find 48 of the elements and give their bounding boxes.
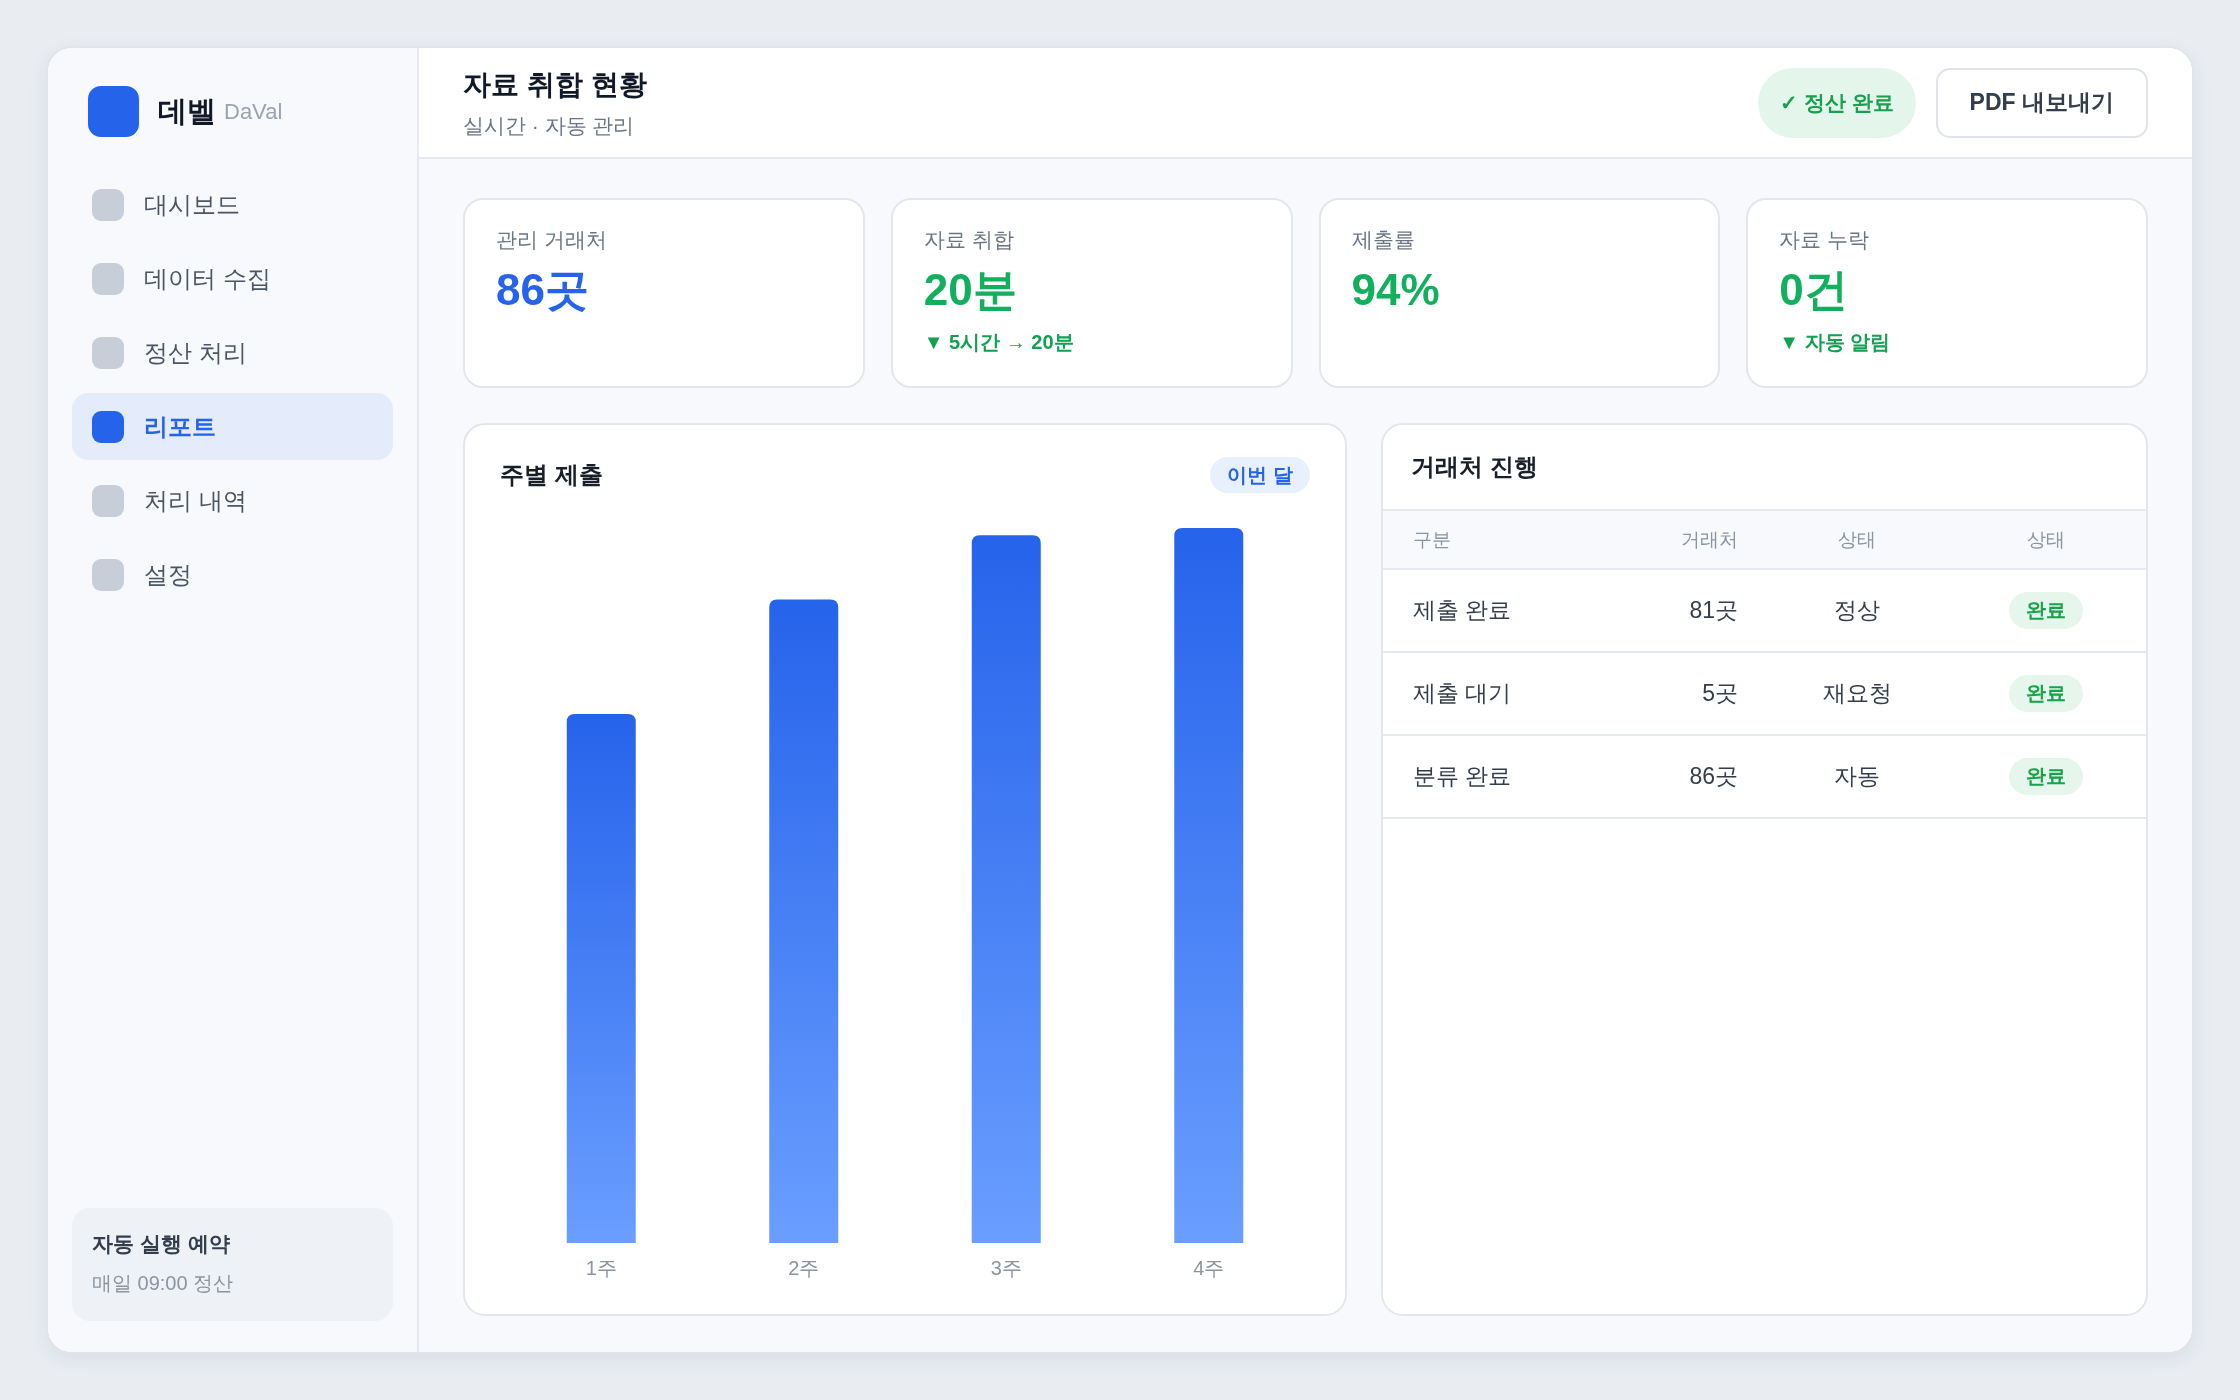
table-cell-text: 재요청 (1822, 679, 1892, 708)
schedule-title: 자동 실행 예약 (92, 1231, 231, 1257)
table-cell-text: 5곳 (1702, 679, 1738, 708)
column-header: 구분 (1413, 527, 1452, 552)
logo-icon (88, 86, 139, 137)
kpi-value: 0건 (1779, 264, 1849, 316)
kpi-note: ▼ 자동 알림 (1779, 329, 1892, 355)
sidebar-item[interactable]: 데이터 수집 (72, 245, 393, 312)
brand-subtitle: DaVal (224, 98, 283, 125)
page-subtitle: 실시간 · 자동 관리 (463, 112, 636, 139)
schedule-detail: 매일 09:00 정산 (92, 1271, 235, 1296)
column-header: 거래처 (1681, 527, 1738, 552)
status-badge: 완료 (2009, 592, 2083, 629)
table-cell-text: 정상 (1834, 596, 1880, 625)
kpi-label: 제출률 (1351, 227, 1416, 253)
sidebar-item[interactable]: 정산 처리 (72, 319, 393, 386)
period-badge: 이번 달 (1210, 457, 1310, 493)
x-axis-label: 3주 (990, 1257, 1022, 1280)
status-badge: 완료 (2009, 675, 2083, 712)
x-axis-label: 1주 (585, 1257, 617, 1280)
export-button[interactable]: PDF 내보내기 (1935, 67, 2148, 138)
sidebar-item[interactable]: 설정 (72, 541, 393, 608)
sidebar-item[interactable]: 처리 내역 (72, 467, 393, 534)
kpi-label: 관리 거래처 (496, 227, 608, 253)
table-cell-text: 자동 (1834, 762, 1880, 791)
chart-title: 주별 제출 (500, 460, 603, 490)
table-cell-text: 81곳 (1689, 596, 1738, 625)
kpi-label: 자료 취합 (923, 227, 1015, 253)
table-cell-text: 제출 완료 (1413, 596, 1513, 625)
kpi-label: 자료 누락 (1779, 227, 1871, 253)
kpi-note: ▼ 5시간 → 20분 (923, 329, 1075, 355)
kpi-value: 86곳 (496, 264, 590, 316)
table-cell-text: 86곳 (1689, 762, 1738, 791)
table-cell-text: 제출 대기 (1413, 679, 1513, 708)
page-title: 자료 취합 현황 (463, 67, 647, 102)
table-cell-text: 분류 완료 (1413, 762, 1513, 791)
table-title: 거래처 진행 (1411, 452, 1538, 482)
column-header: 상태 (2027, 527, 2065, 552)
kpi-value: 20분 (923, 264, 1018, 316)
kpi-value: 94% (1351, 264, 1441, 316)
sidebar-item[interactable]: 대시보드 (72, 171, 393, 238)
status-badge: 완료 (2009, 758, 2083, 795)
x-axis-label: 4주 (1193, 1257, 1225, 1280)
sidebar-item[interactable]: 리포트 (72, 393, 393, 460)
column-header: 상태 (1838, 527, 1876, 552)
status-pill: ✓ 정산 완료 (1757, 67, 1916, 138)
x-axis-label: 2주 (788, 1257, 820, 1280)
brand-name: 데벨 (158, 93, 216, 129)
